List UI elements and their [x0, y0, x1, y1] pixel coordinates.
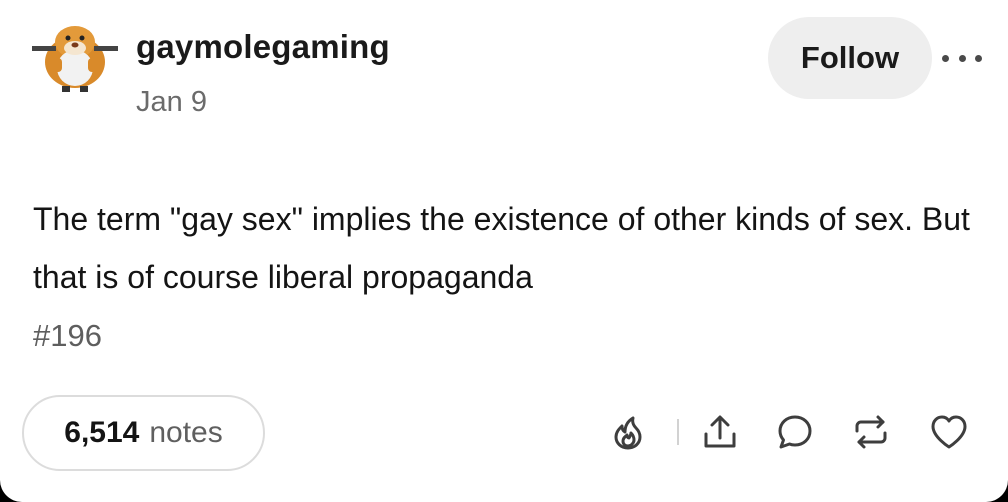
reblog-icon[interactable]	[849, 410, 893, 454]
notes-label: notes	[149, 416, 223, 449]
notes-count: 6,514	[64, 416, 140, 449]
more-options-icon[interactable]	[942, 46, 982, 70]
post-date[interactable]: Jan 9	[136, 86, 207, 119]
post-tag[interactable]: #196	[33, 318, 102, 354]
username[interactable]: gaymolegaming	[136, 28, 390, 66]
notes-button[interactable]: 6,514 notes	[22, 395, 265, 471]
follow-button[interactable]: Follow	[768, 17, 932, 99]
heart-icon[interactable]	[927, 410, 971, 454]
divider	[677, 419, 679, 445]
post-card: gaymolegaming Jan 9 Follow The term "gay…	[0, 0, 1008, 502]
avatar[interactable]	[28, 18, 122, 94]
dot	[942, 54, 949, 62]
share-icon[interactable]	[698, 410, 742, 454]
dot	[975, 54, 982, 62]
dot	[958, 54, 966, 62]
post-body: The term "gay sex" implies the existence…	[33, 201, 970, 295]
flame-icon[interactable]	[606, 410, 650, 454]
reply-icon[interactable]	[773, 410, 817, 454]
